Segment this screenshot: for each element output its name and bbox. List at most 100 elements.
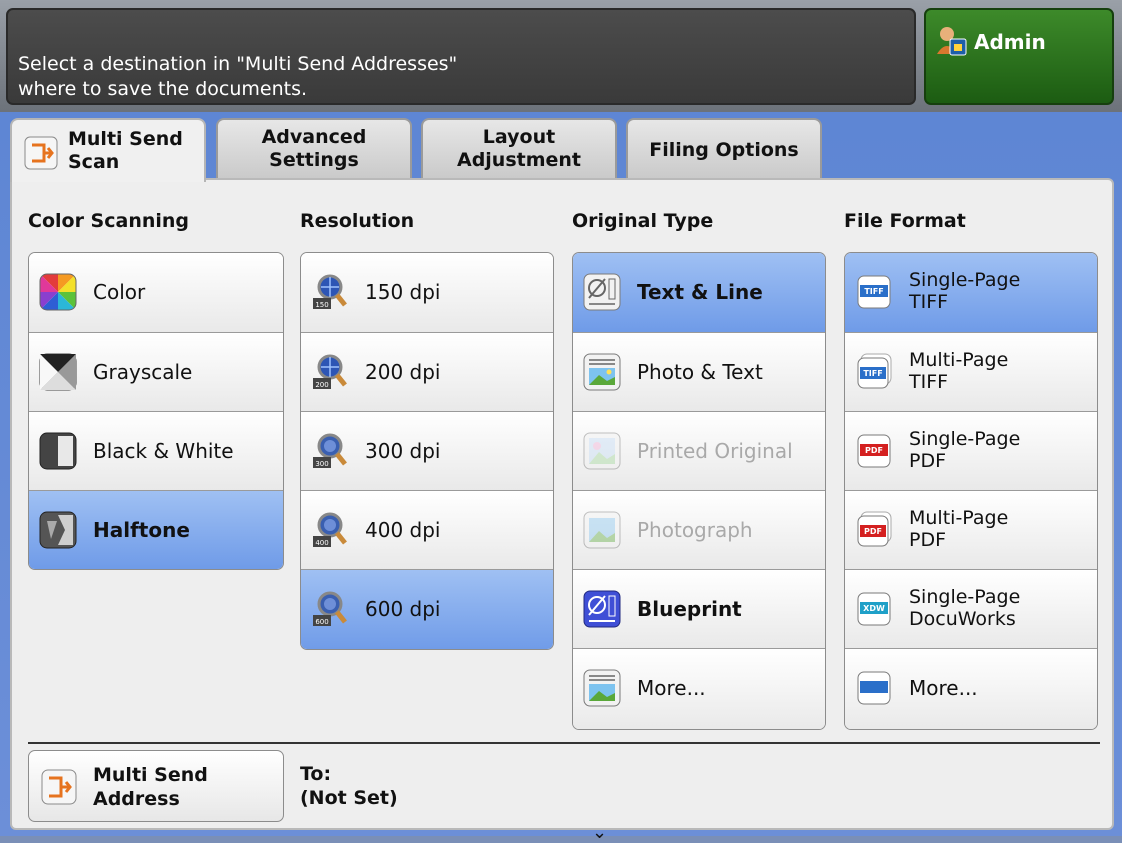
tab-label-line1: Layout xyxy=(482,126,556,148)
option-label: Text & Line xyxy=(637,280,763,304)
format-badge: TIFF xyxy=(863,369,882,378)
tab-layout-adjustment[interactable]: Layout Adjustment xyxy=(421,118,617,180)
photo-text-icon xyxy=(583,353,621,391)
option-label: Color xyxy=(93,280,146,304)
resolution-badge: 300 xyxy=(315,460,328,468)
option-multi-page-pdf[interactable]: PDF Multi-Page PDF xyxy=(845,490,1097,569)
admin-button[interactable]: Admin xyxy=(924,8,1114,105)
option-label: 600 dpi xyxy=(365,597,441,621)
format-badge: PDF xyxy=(865,446,883,455)
scroll-down-indicator[interactable]: ⌄ xyxy=(592,822,607,843)
more-icon xyxy=(857,671,891,705)
resolution-icon: 300 xyxy=(313,433,347,468)
option-single-page-docuworks[interactable]: XDW Single-Page DocuWorks xyxy=(845,569,1097,648)
option-multi-page-tiff[interactable]: TIFF Multi-Page TIFF xyxy=(845,332,1097,411)
resolution-options: 150 150 dpi 200 200 dpi 300 300 dpi 400 … xyxy=(300,252,554,650)
to-value: (Not Set) xyxy=(300,787,398,809)
resolution-badge: 200 xyxy=(315,381,328,389)
label-line1: Single-Page xyxy=(909,586,1021,608)
format-badge: XDW xyxy=(863,604,885,613)
tab-label-line2: Adjustment xyxy=(456,149,582,171)
admin-user-icon xyxy=(937,27,967,56)
option-label: More... xyxy=(909,676,978,700)
pdf-icon: PDF xyxy=(857,511,892,547)
multi-send-address-icon xyxy=(41,769,77,805)
option-more-original-type[interactable]: More... xyxy=(573,648,825,729)
pdf-icon: PDF xyxy=(857,434,891,468)
message-line-2: where to save the documents. xyxy=(18,78,308,100)
to-label: To: xyxy=(300,763,332,785)
button-label: Multi Send Address xyxy=(93,763,208,811)
option-label: Single-Page DocuWorks xyxy=(909,586,1020,630)
tab-label-line2: Settings xyxy=(269,149,359,171)
multi-send-scan-icon xyxy=(24,136,58,170)
option-color[interactable]: Color xyxy=(29,253,283,332)
option-label: 150 dpi xyxy=(365,280,441,304)
message-line-1: Select a destination in "Multi Send Addr… xyxy=(18,53,458,75)
tab-multi-send-scan[interactable]: Multi Send Scan xyxy=(10,118,206,182)
resolution-icon: 150 xyxy=(313,274,347,309)
tab-advanced-settings[interactable]: Advanced Settings xyxy=(216,118,412,180)
option-label: Multi-Page PDF xyxy=(909,507,1008,551)
more-icon xyxy=(583,669,621,707)
label-line1: Multi-Page xyxy=(909,507,1009,529)
option-label: Halftone xyxy=(93,518,190,542)
label-line1: Multi-Page xyxy=(909,349,1009,371)
option-label: Single-Page PDF xyxy=(909,428,1020,472)
option-single-page-tiff[interactable]: TIFF Single-Page TIFF xyxy=(845,253,1097,332)
label-line2: TIFF xyxy=(909,371,949,393)
option-printed-original[interactable]: Printed Original xyxy=(573,411,825,490)
black-white-icon xyxy=(39,432,77,470)
label-line2: PDF xyxy=(909,529,947,551)
option-blueprint[interactable]: Blueprint xyxy=(573,569,825,648)
color-scanning-options: Color Grayscale Black & White Halftone xyxy=(28,252,284,570)
tab-label-line2: Scan xyxy=(68,151,120,173)
heading-color-scanning: Color Scanning xyxy=(28,210,190,232)
option-label: Photograph xyxy=(637,518,753,542)
tab-filing-options[interactable]: Filing Options xyxy=(626,118,822,180)
option-label: More... xyxy=(637,676,706,700)
resolution-badge: 400 xyxy=(315,539,328,547)
instruction-message: Select a destination in "Multi Send Addr… xyxy=(18,52,457,102)
option-300-dpi[interactable]: 300 300 dpi xyxy=(301,411,553,490)
photograph-icon xyxy=(583,511,621,549)
message-area: Select a destination in "Multi Send Addr… xyxy=(6,8,916,105)
resolution-icon: 200 xyxy=(313,354,347,389)
original-type-options: Text & Line Photo & Text Printed Origina… xyxy=(572,252,826,730)
option-more-file-format[interactable]: More... xyxy=(845,648,1097,729)
option-label: 400 dpi xyxy=(365,518,441,542)
top-bar: Select a destination in "Multi Send Addr… xyxy=(0,0,1122,112)
label-line1: Single-Page xyxy=(909,428,1021,450)
label-line2: DocuWorks xyxy=(909,608,1016,630)
heading-resolution: Resolution xyxy=(300,210,415,232)
tab-label-line1: Filing Options xyxy=(649,139,799,161)
multi-send-address-button[interactable]: Multi Send Address xyxy=(28,750,284,822)
option-200-dpi[interactable]: 200 200 dpi xyxy=(301,332,553,411)
heading-file-format: File Format xyxy=(844,210,966,232)
option-150-dpi[interactable]: 150 150 dpi xyxy=(301,253,553,332)
option-label: 200 dpi xyxy=(365,360,441,384)
option-600-dpi[interactable]: 600 600 dpi xyxy=(301,569,553,649)
file-format-options: TIFF Single-Page TIFF TIFF Multi-Page TI… xyxy=(844,252,1098,730)
resolution-icon: 400 xyxy=(313,512,347,547)
printed-original-icon xyxy=(583,432,621,470)
tiff-icon: TIFF xyxy=(857,275,891,309)
option-halftone[interactable]: Halftone xyxy=(29,490,283,569)
tab-label-line1: Advanced xyxy=(261,126,367,148)
option-black-white[interactable]: Black & White xyxy=(29,411,283,490)
tab-label-line1: Multi Send xyxy=(68,128,183,150)
label-line1: Single-Page xyxy=(909,269,1021,291)
option-photo-text[interactable]: Photo & Text xyxy=(573,332,825,411)
option-photograph[interactable]: Photograph xyxy=(573,490,825,569)
admin-label: Admin xyxy=(974,30,1046,54)
label-line1: Multi Send xyxy=(93,764,208,786)
option-text-line[interactable]: Text & Line xyxy=(573,253,825,332)
label-line2: PDF xyxy=(909,450,947,472)
docuworks-icon: XDW xyxy=(857,592,891,626)
option-label: Black & White xyxy=(93,439,234,463)
destination-info: To: (Not Set) xyxy=(300,762,398,810)
option-label: Photo & Text xyxy=(637,360,763,384)
option-single-page-pdf[interactable]: PDF Single-Page PDF xyxy=(845,411,1097,490)
option-400-dpi[interactable]: 400 400 dpi xyxy=(301,490,553,569)
option-grayscale[interactable]: Grayscale xyxy=(29,332,283,411)
